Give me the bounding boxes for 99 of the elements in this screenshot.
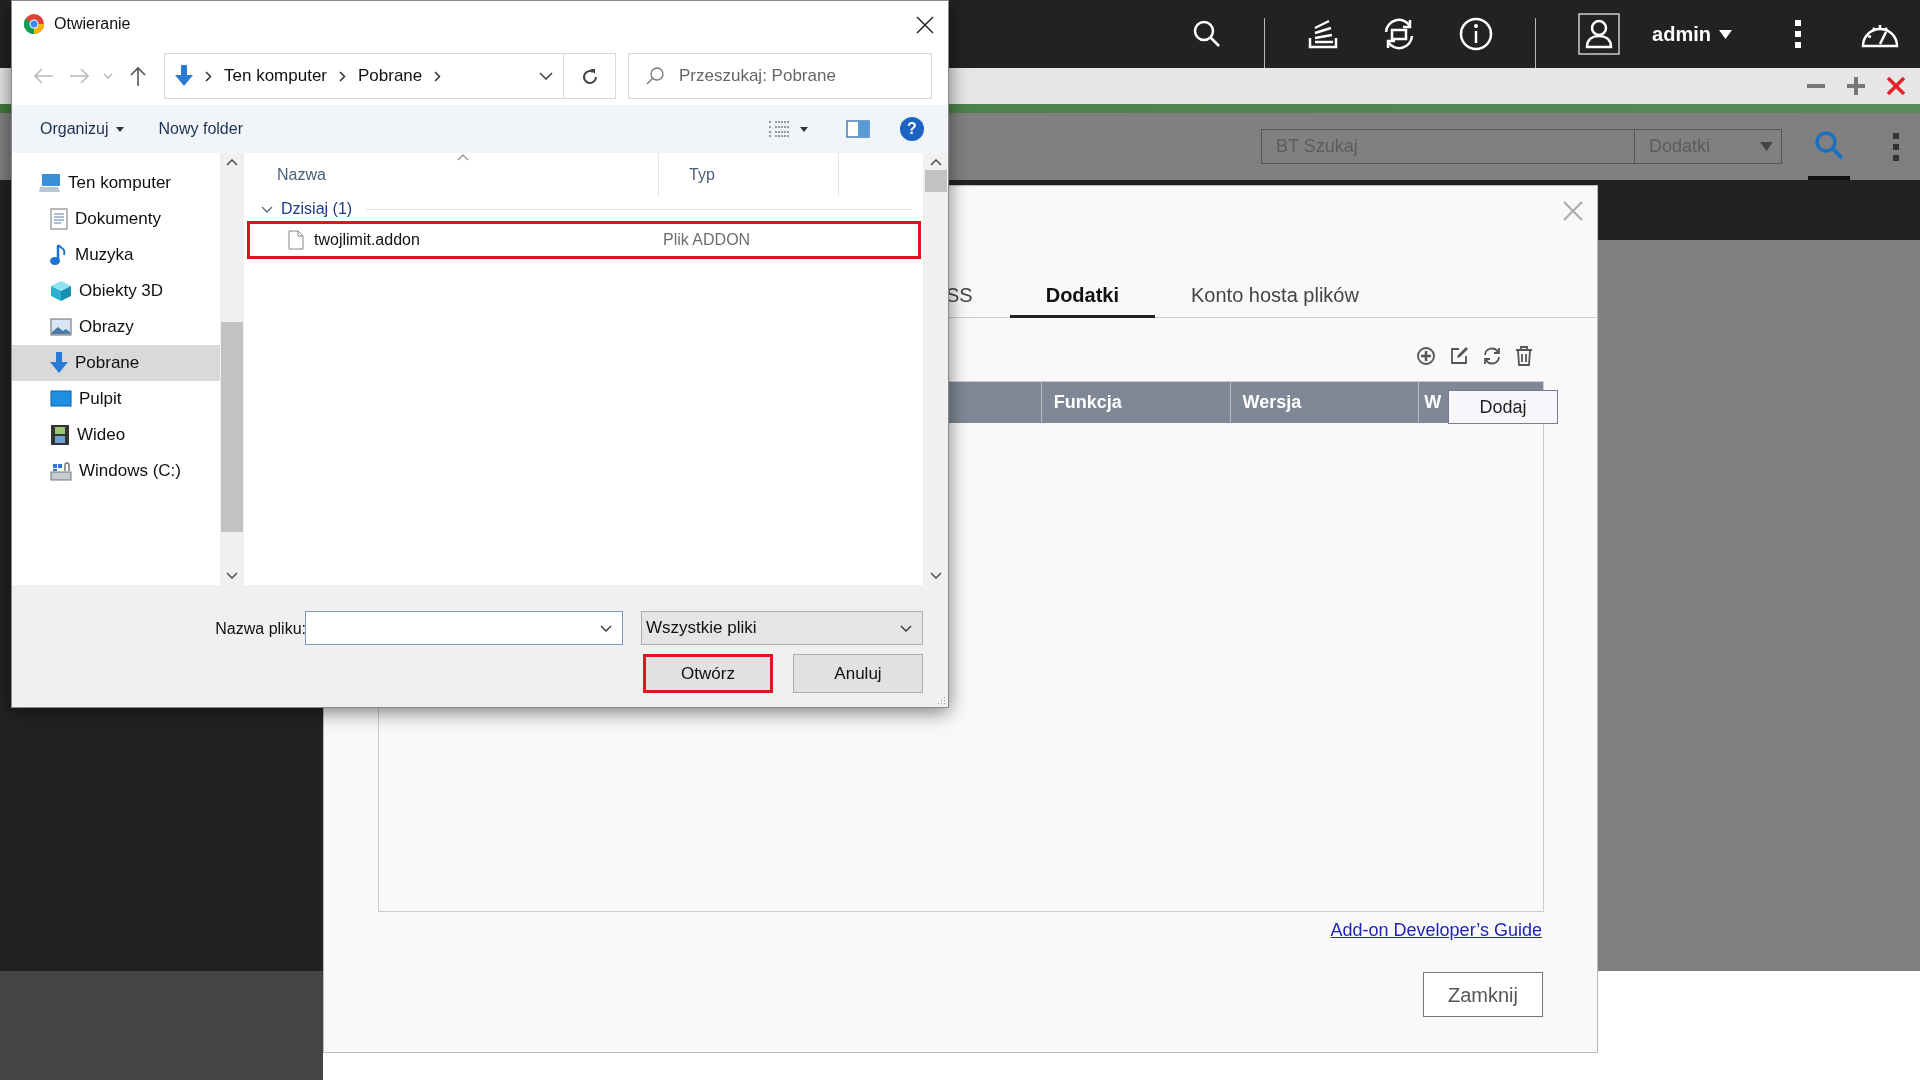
search-icon — [646, 67, 664, 85]
close-button[interactable]: Zamknij — [1423, 972, 1543, 1017]
nav-item[interactable]: Ten komputer — [12, 165, 220, 201]
nav-item[interactable]: Windows (C:) — [12, 453, 220, 489]
monitor-icon — [39, 173, 61, 193]
help-button[interactable]: ? — [900, 117, 924, 141]
file-type-dropdown[interactable]: Wszystkie pliki — [641, 611, 923, 645]
tab[interactable]: Dodatki — [1009, 274, 1156, 318]
window-title: Otwieranie — [54, 14, 131, 34]
film-icon — [50, 424, 70, 446]
scrollbar-thumb[interactable] — [221, 322, 243, 532]
tab[interactable]: Konto hosta plików — [1155, 274, 1395, 318]
add-icon[interactable] — [1416, 346, 1436, 366]
picture-icon — [50, 318, 72, 336]
edit-icon[interactable] — [1449, 346, 1469, 366]
up-arrow-icon — [129, 66, 146, 86]
column-header[interactable]: Typ — [659, 153, 839, 197]
refresh-icon — [580, 67, 599, 86]
close-icon[interactable] — [1886, 76, 1906, 96]
chevron-down-icon — [600, 624, 612, 632]
address-bar[interactable]: Ten komputer Pobrane — [164, 53, 564, 99]
nav-label: Ten komputer — [68, 172, 171, 195]
user-icon[interactable] — [1578, 13, 1621, 55]
resize-grip-icon[interactable] — [936, 695, 946, 705]
nav-item[interactable]: Pulpit — [12, 381, 220, 417]
music-note-icon — [50, 244, 68, 266]
left-arrow-icon — [33, 68, 54, 84]
search-icon — [1814, 129, 1844, 160]
file-icon — [288, 230, 304, 250]
browser-logo-icon — [24, 14, 44, 34]
nav-item[interactable]: Wideo — [12, 417, 220, 453]
scroll-up-icon[interactable] — [226, 159, 238, 166]
scrollbar[interactable] — [923, 153, 948, 585]
tooltip: Dodaj — [1448, 390, 1558, 424]
nav-label: Dokumenty — [75, 208, 161, 231]
nav-item[interactable]: Obiekty 3D — [12, 273, 220, 309]
stack-icon[interactable] — [1307, 18, 1340, 50]
field-label: Nazwa pliku: — [215, 619, 306, 639]
down-arrow-icon — [50, 352, 68, 374]
scroll-up-icon[interactable] — [929, 159, 942, 166]
guide-link[interactable]: Add-on Developer’s Guide — [1330, 917, 1542, 944]
caret-icon — [116, 126, 125, 132]
nav-label: Pobrane — [75, 352, 140, 375]
file-type: Plik ADDON — [663, 230, 752, 250]
chevron-right-icon — [339, 70, 346, 82]
chevron-down-icon[interactable] — [261, 205, 273, 213]
chevron-down-icon[interactable] — [539, 72, 553, 80]
column-header: Wersja — [1229, 382, 1419, 423]
caret-icon — [1719, 29, 1732, 39]
scroll-down-icon[interactable] — [929, 572, 942, 579]
refresh-button[interactable] — [564, 53, 616, 99]
column-header: Funkcja — [1040, 382, 1230, 423]
nav-label: Windows (C:) — [79, 460, 181, 483]
new-folder-button[interactable]: Nowy folder — [150, 117, 251, 141]
dialog-button[interactable]: Otwórz — [643, 654, 773, 693]
kebab-menu-icon[interactable] — [1794, 19, 1802, 49]
plus-icon[interactable] — [1846, 76, 1866, 96]
group-header[interactable]: Dzisiaj (1) — [281, 197, 353, 221]
scrollbar[interactable] — [220, 153, 244, 585]
preview-pane-icon[interactable] — [846, 120, 870, 138]
cube-icon — [50, 280, 72, 302]
user-menu-button[interactable]: admin — [1652, 19, 1732, 49]
view-list-icon[interactable] — [768, 120, 790, 138]
caret-icon[interactable] — [800, 126, 808, 132]
trash-icon[interactable] — [1515, 346, 1533, 366]
nav-label: Wideo — [77, 424, 126, 447]
right-arrow-icon — [68, 68, 89, 84]
chevron-down-icon — [900, 624, 912, 632]
drive-icon — [50, 461, 72, 481]
document-icon — [50, 208, 68, 230]
caret-icon — [1760, 142, 1773, 151]
sort-caret-icon[interactable] — [457, 154, 469, 161]
download-icon — [175, 65, 193, 87]
nav-label: Pulpit — [79, 388, 122, 411]
organize-menu-button[interactable]: Organizuj — [32, 117, 133, 141]
nav-item[interactable]: Obrazy — [12, 309, 220, 345]
nav-item[interactable]: Dokumenty — [12, 201, 220, 237]
screen-icon — [50, 390, 72, 408]
info-icon[interactable] — [1459, 17, 1494, 51]
scroll-down-icon[interactable] — [226, 572, 238, 579]
scrollbar-thumb[interactable] — [924, 170, 947, 192]
chevron-down-icon — [103, 73, 113, 79]
file-name: twojlimit.addon — [314, 230, 420, 250]
close-icon — [916, 15, 934, 34]
dialog-button[interactable]: Anuluj — [793, 654, 923, 693]
nav-label: Obrazy — [79, 316, 134, 339]
close-icon — [1563, 200, 1583, 221]
column-header[interactable]: Nazwa — [247, 153, 659, 197]
chevron-right-icon — [434, 70, 442, 82]
nav-item[interactable]: Pobrane — [12, 345, 220, 381]
nav-item[interactable]: Muzyka — [12, 237, 220, 273]
file-row[interactable]: twojlimit.addon Plik ADDON — [247, 221, 921, 259]
refresh-icon[interactable] — [1482, 346, 1502, 366]
nav-label: Muzyka — [75, 244, 134, 267]
chevron-right-icon — [205, 70, 212, 82]
filename-field[interactable] — [305, 611, 623, 645]
nav-label: Obiekty 3D — [79, 280, 164, 303]
breadcrumb-link[interactable]: Pobrane — [358, 63, 423, 89]
breadcrumb-link[interactable]: Ten komputer — [224, 63, 327, 89]
